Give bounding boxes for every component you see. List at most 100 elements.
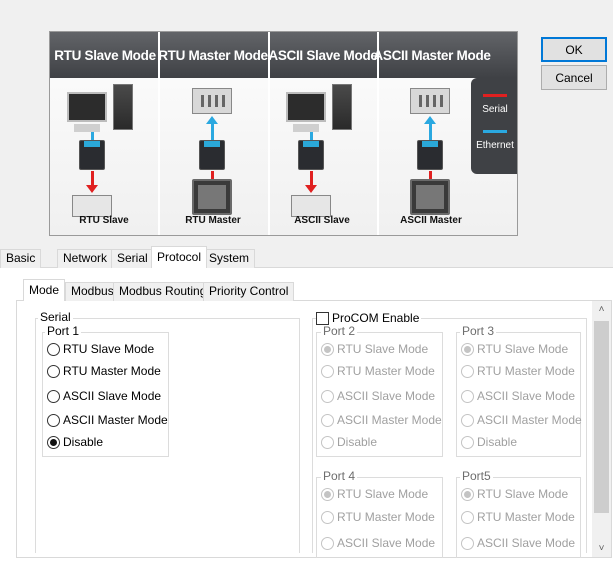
port1-ascii-master-radio[interactable]: ASCII Master Mode xyxy=(47,412,168,428)
radio-button-selected-icon xyxy=(461,342,474,356)
ethernet-link-icon xyxy=(91,132,94,140)
radio-button-icon xyxy=(47,389,60,403)
port4-group-title: Port 4 xyxy=(321,469,358,483)
radio-label: ASCII Slave Mode xyxy=(337,536,436,550)
pc-monitor-stand-icon xyxy=(293,124,319,132)
arrow-down-icon xyxy=(86,185,98,193)
tab-modbus-routing[interactable]: Modbus Routing xyxy=(113,282,213,301)
port2-rtu-slave-radio[interactable]: RTU Slave Mode xyxy=(321,341,428,357)
diagram-label-ascii-master: ASCII Master xyxy=(400,215,462,226)
port1-ascii-slave-radio[interactable]: ASCII Slave Mode xyxy=(47,388,161,404)
tab-network[interactable]: Network xyxy=(57,249,114,268)
port2-ascii-slave-radio[interactable]: ASCII Slave Mode xyxy=(321,388,435,404)
tab-mode[interactable]: Mode xyxy=(23,279,66,301)
vertical-scrollbar[interactable]: ˄ ˅ xyxy=(592,301,611,557)
radio-button-icon xyxy=(47,364,60,378)
radio-button-icon xyxy=(321,364,334,378)
serial-link-icon xyxy=(429,171,432,179)
gateway-device-icon xyxy=(79,140,105,170)
gateway-device-icon xyxy=(298,140,324,170)
diagram-separator xyxy=(158,32,160,235)
port5-group-title: Port5 xyxy=(460,469,493,483)
tab-protocol[interactable]: Protocol xyxy=(151,246,208,268)
port3-rtu-master-radio[interactable]: RTU Master Mode xyxy=(461,363,575,379)
diagram-separator xyxy=(377,32,379,235)
scroll-thumb[interactable] xyxy=(594,321,609,513)
serial-legend-swatch xyxy=(483,94,507,97)
port1-rtu-slave-radio[interactable]: RTU Slave Mode xyxy=(47,341,154,357)
scroll-down-arrow-icon[interactable]: ˅ xyxy=(592,540,611,557)
pc-tower-icon xyxy=(113,84,133,130)
pc-monitor-icon xyxy=(67,92,107,122)
radio-label: Disable xyxy=(337,435,378,449)
radio-button-icon xyxy=(47,413,60,427)
radio-button-icon xyxy=(321,435,334,449)
radio-label: ASCII Slave Mode xyxy=(337,389,436,403)
serial-group-title: Serial xyxy=(38,310,73,324)
diagram-title-rtu-master: RTU Master Mode xyxy=(158,47,268,63)
radio-label: RTU Master Mode xyxy=(63,364,161,378)
tab-basic[interactable]: Basic xyxy=(0,249,42,268)
mode-diagram: RTU Slave Mode RTU Master Mode ASCII Sla… xyxy=(49,31,518,236)
port5-rtu-slave-radio[interactable]: RTU Slave Mode xyxy=(461,486,568,502)
diagram-label-ascii-slave: ASCII Slave xyxy=(294,215,350,226)
serial-link-icon xyxy=(211,171,214,179)
radio-label: RTU Master Mode xyxy=(337,510,435,524)
radio-button-icon xyxy=(321,413,334,427)
port2-ascii-master-radio[interactable]: ASCII Master Mode xyxy=(321,412,442,428)
radio-button-icon xyxy=(461,536,474,550)
radio-button-icon xyxy=(461,413,474,427)
port2-group-title: Port 2 xyxy=(321,324,358,338)
port4-ascii-slave-radio[interactable]: ASCII Slave Mode xyxy=(321,535,435,551)
scroll-up-arrow-icon[interactable]: ˄ xyxy=(592,301,611,318)
diagram-title-ascii-slave: ASCII Slave Mode xyxy=(268,47,378,63)
port4-rtu-slave-radio[interactable]: RTU Slave Mode xyxy=(321,486,428,502)
radio-label: Disable xyxy=(63,435,104,449)
radio-label: ASCII Master Mode xyxy=(63,413,168,427)
port4-rtu-master-radio[interactable]: RTU Master Mode xyxy=(321,509,435,525)
radio-button-icon xyxy=(47,342,60,356)
procom-enable-checkbox[interactable]: ProCOM Enable xyxy=(316,311,422,325)
cancel-button[interactable]: Cancel xyxy=(541,65,607,90)
diagram-label-rtu-master: RTU Master xyxy=(185,215,241,226)
radio-button-icon xyxy=(321,510,334,524)
arrow-up-icon xyxy=(206,116,218,124)
tab-priority-control[interactable]: Priority Control xyxy=(203,282,295,301)
pc-tower-icon xyxy=(332,84,352,130)
port5-ascii-slave-radio[interactable]: ASCII Slave Mode xyxy=(461,535,575,551)
radio-button-icon xyxy=(461,435,474,449)
radio-label: Disable xyxy=(477,435,518,449)
diagram-label-rtu-slave: RTU Slave xyxy=(79,215,129,226)
diagram-title-rtu-slave: RTU Slave Mode xyxy=(54,47,156,63)
tab-modbus[interactable]: Modbus xyxy=(65,282,120,301)
port2-disable-radio[interactable]: Disable xyxy=(321,434,377,450)
radio-label: RTU Slave Mode xyxy=(477,342,569,356)
plc-device-icon xyxy=(192,88,232,114)
gateway-device-icon xyxy=(417,140,443,170)
radio-button-icon xyxy=(321,536,334,550)
radio-label: ASCII Slave Mode xyxy=(63,389,162,403)
port2-rtu-master-radio[interactable]: RTU Master Mode xyxy=(321,363,435,379)
port3-ascii-slave-radio[interactable]: ASCII Slave Mode xyxy=(461,388,575,404)
radio-label: ASCII Master Mode xyxy=(337,413,442,427)
port3-rtu-slave-radio[interactable]: RTU Slave Mode xyxy=(461,341,568,357)
port3-ascii-master-radio[interactable]: ASCII Master Mode xyxy=(461,412,582,428)
port1-rtu-master-radio[interactable]: RTU Master Mode xyxy=(47,363,161,379)
legend-ethernet-label: Ethernet xyxy=(476,140,514,151)
diagram-title-ascii-master: ASCII Master Mode xyxy=(373,47,491,63)
port3-disable-radio[interactable]: Disable xyxy=(461,434,517,450)
port5-rtu-master-radio[interactable]: RTU Master Mode xyxy=(461,509,575,525)
radio-label: RTU Slave Mode xyxy=(63,342,155,356)
plc-device-icon xyxy=(410,88,450,114)
port1-disable-radio[interactable]: Disable xyxy=(47,434,103,450)
tab-serial[interactable]: Serial xyxy=(111,249,154,268)
radio-button-icon xyxy=(461,510,474,524)
radio-button-selected-icon xyxy=(461,487,474,501)
checkbox-icon xyxy=(316,311,329,325)
radio-button-selected-icon xyxy=(47,435,60,449)
tab-system[interactable]: System xyxy=(203,249,256,268)
radio-label: RTU Master Mode xyxy=(337,364,435,378)
pc-monitor-stand-icon xyxy=(74,124,100,132)
port3-group-title: Port 3 xyxy=(460,324,497,338)
ok-button[interactable]: OK xyxy=(541,37,607,62)
